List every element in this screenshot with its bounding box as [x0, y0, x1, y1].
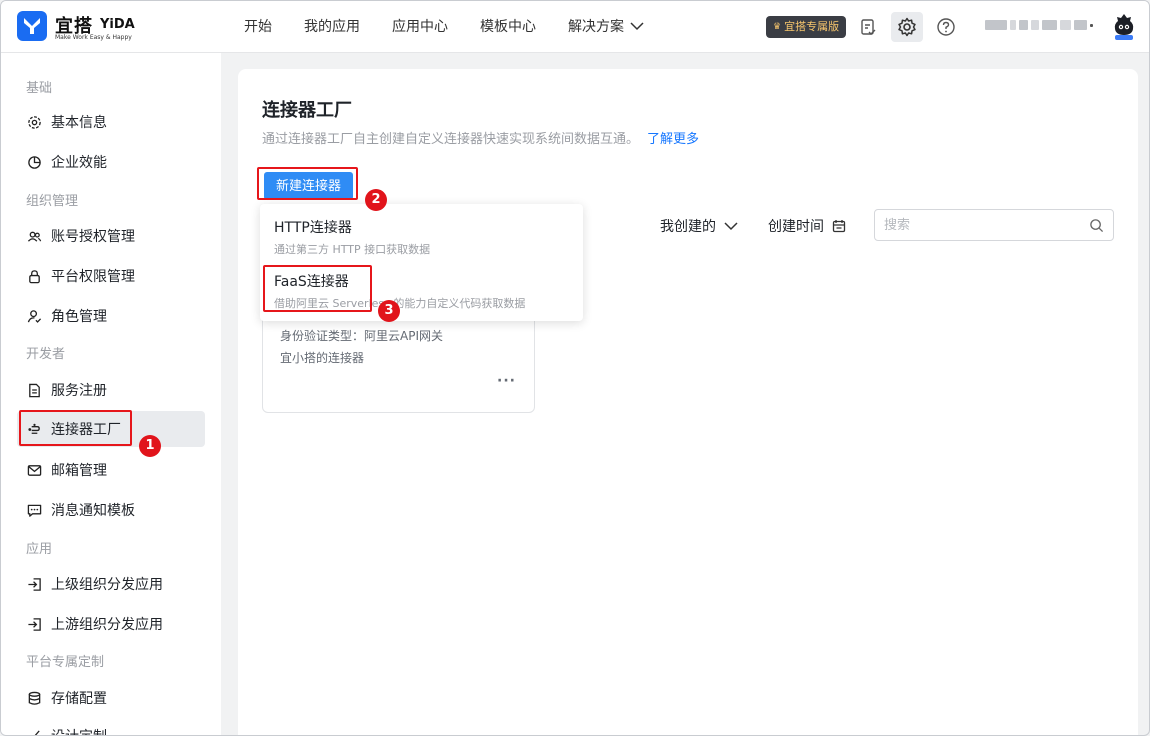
pie-chart-icon — [26, 154, 42, 170]
dropdown-item-title: FaaS连接器 — [274, 274, 349, 290]
nav-label: 模板中心 — [480, 19, 536, 35]
step-badge-3: 3 — [378, 300, 400, 322]
sidebar-item-label: 设计定制 — [51, 726, 107, 735]
sidebar-item-message-template[interactable]: 消息通知模板 — [26, 492, 206, 528]
avatar[interactable] — [1111, 13, 1137, 41]
yida-logo-icon — [17, 11, 47, 41]
nav-my-apps[interactable]: 我的应用 — [304, 1, 360, 53]
user-name-redacted[interactable] — [985, 18, 1093, 32]
sidebar-item-label: 上游组织分发应用 — [51, 617, 163, 633]
lock-icon — [26, 268, 42, 284]
document-icon — [26, 382, 42, 398]
sidebar-group-platform-custom: 平台专属定制 — [26, 655, 105, 670]
sidebar-group-org: 组织管理 — [26, 194, 79, 209]
nav-label: 解决方案 — [568, 19, 624, 35]
enter-icon — [26, 576, 42, 592]
search-box — [874, 209, 1114, 241]
dropdown-item-faas[interactable]: FaaS连接器 借助阿里云 Serverless 的能力自定义代码获取数据 — [274, 271, 574, 311]
exclusive-edition-badge[interactable]: ♛ 宜搭专属版 — [766, 16, 847, 38]
todo-icon[interactable] — [852, 12, 884, 42]
sidebar-item-label: 企业效能 — [51, 155, 107, 171]
crown-icon: ♛ — [773, 22, 782, 32]
nav-solutions[interactable]: 解决方案 — [568, 1, 644, 53]
sidebar-item-label: 连接器工厂 — [51, 422, 121, 438]
sort-label: 创建时间 — [768, 219, 824, 235]
main-panel: 连接器工厂 通过连接器工厂自主创建自定义连接器快速实现系统间数据互通。 了解更多 … — [238, 69, 1138, 735]
search-icon[interactable] — [1089, 218, 1104, 237]
sidebar: 基础 基本信息 企业效能 组织管理 账号授权管理 平台权限管理 角色管理 开发者… — [1, 53, 221, 735]
sidebar-item-service-register[interactable]: 服务注册 — [26, 372, 206, 408]
sidebar-group-application: 应用 — [26, 542, 53, 557]
sidebar-item-mailbox[interactable]: 邮箱管理 — [26, 452, 206, 488]
dropdown-item-desc: 通过第三方 HTTP 接口获取数据 — [274, 243, 431, 256]
sort-created-time[interactable]: 创建时间 — [768, 216, 846, 236]
chevron-down-icon — [630, 1, 644, 53]
logo[interactable]: 宜搭 YiDA Make Work Easy & Happy — [17, 11, 167, 45]
enter-icon — [26, 616, 42, 632]
mail-icon — [26, 462, 42, 478]
filter-label: 我创建的 — [660, 219, 716, 235]
badge-label: 宜搭专属版 — [784, 20, 840, 33]
user-check-icon — [26, 308, 42, 324]
nav-app-center[interactable]: 应用中心 — [392, 1, 448, 53]
sidebar-item-upper-org-distribute[interactable]: 上级组织分发应用 — [26, 566, 206, 602]
logo-slogan: Make Work Easy & Happy — [55, 34, 132, 41]
page-description-text: 通过连接器工厂自主创建自定义连接器快速实现系统间数据互通。 — [262, 132, 640, 147]
gear-icon[interactable] — [891, 12, 923, 42]
nav-label: 我的应用 — [304, 19, 360, 35]
page-description: 通过连接器工厂自主创建自定义连接器快速实现系统间数据互通。 了解更多 — [262, 128, 699, 147]
chevron-down-icon — [724, 221, 738, 231]
search-input[interactable] — [884, 216, 1084, 234]
sidebar-group-developer: 开发者 — [26, 347, 66, 362]
sidebar-item-design-custom[interactable]: 设计定制 — [26, 718, 206, 735]
connector-icon — [26, 421, 42, 437]
sidebar-item-basic-info[interactable]: 基本信息 — [26, 104, 206, 140]
top-nav: 开始 我的应用 应用中心 模板中心 解决方案 — [244, 1, 676, 53]
users-icon — [26, 228, 42, 244]
sidebar-item-label: 平台权限管理 — [51, 269, 135, 285]
learn-more-link[interactable]: 了解更多 — [647, 132, 699, 147]
sidebar-item-efficiency[interactable]: 企业效能 — [26, 144, 206, 180]
sidebar-item-platform-permission[interactable]: 平台权限管理 — [26, 258, 206, 294]
app-window: 宜搭 YiDA Make Work Easy & Happy 开始 我的应用 应… — [0, 0, 1150, 736]
gear-icon — [26, 114, 42, 130]
page-title: 连接器工厂 — [262, 100, 352, 121]
new-connector-dropdown: HTTP连接器 通过第三方 HTTP 接口获取数据 FaaS连接器 借助阿里云 … — [260, 204, 583, 321]
sidebar-item-role[interactable]: 角色管理 — [26, 298, 206, 334]
sidebar-item-upstream-org-distribute[interactable]: 上游组织分发应用 — [26, 606, 206, 642]
database-icon — [26, 690, 42, 706]
logo-text-en: YiDA — [100, 17, 135, 32]
sidebar-item-label: 服务注册 — [51, 383, 107, 399]
top-bar: 宜搭 YiDA Make Work Easy & Happy 开始 我的应用 应… — [1, 1, 1149, 53]
sidebar-item-label: 账号授权管理 — [51, 229, 135, 245]
more-icon[interactable]: ··· — [497, 373, 516, 389]
nav-label: 应用中心 — [392, 19, 448, 35]
new-connector-button[interactable]: 新建连接器 — [264, 172, 354, 200]
nav-label: 开始 — [244, 19, 272, 35]
dropdown-item-title: HTTP连接器 — [274, 220, 352, 236]
connector-auth-type: 身份验证类型：阿里云API网关 — [280, 329, 443, 343]
sidebar-item-account-auth[interactable]: 账号授权管理 — [26, 218, 206, 254]
nav-start[interactable]: 开始 — [244, 1, 272, 53]
sidebar-item-label: 基本信息 — [51, 115, 107, 131]
brush-icon — [26, 728, 42, 735]
dropdown-item-desc: 借助阿里云 Serverless 的能力自定义代码获取数据 — [274, 297, 526, 310]
filter-created-by-me[interactable]: 我创建的 — [660, 216, 738, 236]
nav-template-center[interactable]: 模板中心 — [480, 1, 536, 53]
sidebar-group-basic: 基础 — [26, 81, 53, 96]
sidebar-item-label: 消息通知模板 — [51, 503, 135, 519]
sidebar-item-label: 角色管理 — [51, 309, 107, 325]
help-icon[interactable] — [930, 12, 962, 42]
sidebar-item-storage-config[interactable]: 存储配置 — [26, 680, 206, 716]
sidebar-item-label: 邮箱管理 — [51, 463, 107, 479]
message-icon — [26, 502, 42, 518]
sidebar-item-label: 存储配置 — [51, 691, 107, 707]
sidebar-item-connector-factory[interactable]: 连接器工厂 — [17, 411, 205, 447]
step-badge-2: 2 — [365, 189, 387, 211]
step-badge-1: 1 — [139, 435, 161, 457]
dropdown-item-http[interactable]: HTTP连接器 通过第三方 HTTP 接口获取数据 — [274, 217, 574, 257]
connector-description: 宜小搭的连接器 — [280, 351, 365, 365]
sidebar-item-label: 上级组织分发应用 — [51, 577, 163, 593]
calendar-icon — [832, 219, 846, 233]
